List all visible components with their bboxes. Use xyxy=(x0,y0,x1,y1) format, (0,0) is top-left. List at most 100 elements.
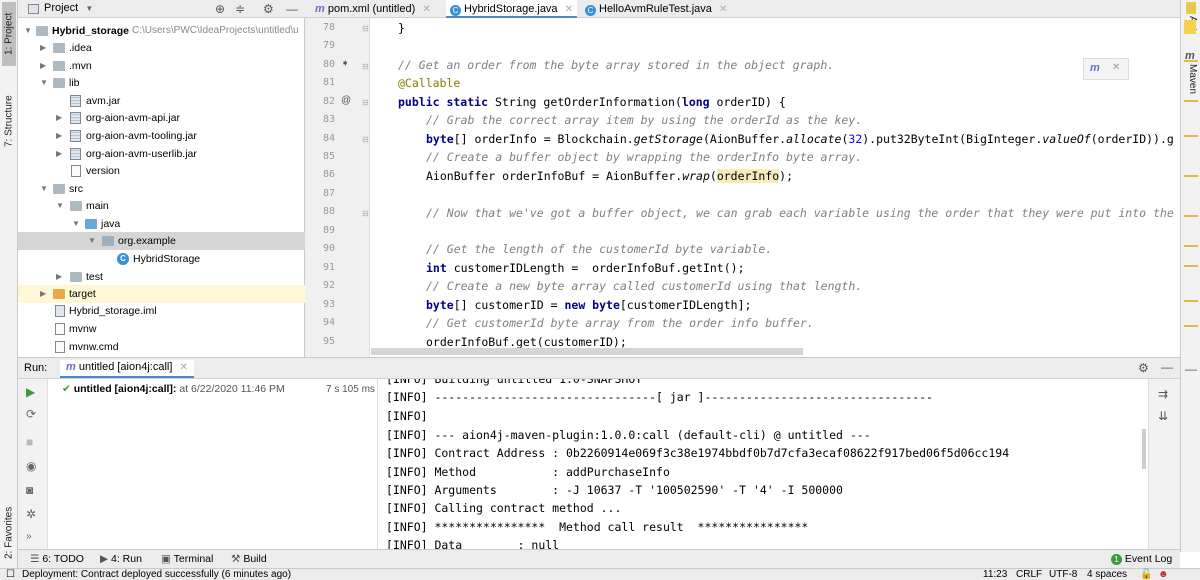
stop-icon[interactable]: ■ xyxy=(26,435,33,449)
fold-marker-icon[interactable]: ⊟ xyxy=(362,209,369,218)
locate-target-icon[interactable]: ⊕ xyxy=(215,2,225,16)
tree-item-lib[interactable]: ▼ lib xyxy=(18,74,305,92)
tree-item-avm-userlib-jar[interactable]: ▶ org-aion-avm-userlib.jar xyxy=(18,145,305,163)
chevron-right-icon[interactable]: ▶ xyxy=(56,268,62,286)
tree-item-main[interactable]: ▼ main xyxy=(18,197,305,215)
chevron-right-icon[interactable]: ▶ xyxy=(40,39,46,57)
build-tool-label: Build xyxy=(243,553,267,565)
favorites-tool-button[interactable]: 2: Favorites xyxy=(2,495,16,570)
more-icon[interactable]: » xyxy=(26,531,32,542)
scroll-to-end-icon[interactable]: ⇊ xyxy=(1158,409,1168,423)
run-tree-item[interactable]: ✔ untitled [aion4j:call]: at 6/22/2020 1… xyxy=(62,383,285,401)
console-output[interactable]: [INFO] Building untitled 1.0-SNAPSHOT [I… xyxy=(378,379,1148,549)
tree-item-avm-api-jar[interactable]: ▶ org-aion-avm-api.jar xyxy=(18,109,305,127)
tree-item-hybridstorage[interactable]: C HybridStorage xyxy=(18,250,305,268)
console-scrollbar[interactable] xyxy=(1142,429,1146,469)
chevron-down-icon[interactable]: ▼ xyxy=(40,180,48,198)
soft-wrap-icon[interactable]: ⇉ xyxy=(1158,387,1168,401)
structure-tool-button[interactable]: 7: Structure xyxy=(2,82,16,160)
status-message[interactable]: Deployment: Contract deployed successful… xyxy=(22,569,291,580)
todo-tool-button[interactable]: ☰ 6: TODO xyxy=(30,553,84,565)
tree-item-test[interactable]: ▶ test xyxy=(18,268,305,286)
inspector-icon[interactable]: ☻ xyxy=(1158,569,1169,580)
collapse-all-icon[interactable]: ≑ xyxy=(235,2,245,16)
warning-marker[interactable] xyxy=(1184,60,1198,62)
tree-item-target[interactable]: ▶ target xyxy=(18,285,305,303)
tab-pom-xml[interactable]: m pom.xml (untitled) ✕ xyxy=(311,0,435,18)
chevron-right-icon[interactable]: ▶ xyxy=(40,285,46,303)
line-separator[interactable]: CRLF xyxy=(1016,569,1042,580)
warning-marker[interactable] xyxy=(1184,100,1198,102)
editor-gutter[interactable]: 78 79 80 81 82 83 84 85 86 87 88 89 90 9… xyxy=(305,18,370,357)
tree-item-iml[interactable]: Hybrid_storage.iml xyxy=(18,302,305,320)
tree-item-java[interactable]: ▼ java xyxy=(18,215,305,233)
terminal-tool-button[interactable]: ▣ Terminal xyxy=(161,553,213,565)
lock-icon[interactable]: 🔓 xyxy=(1140,569,1152,580)
fold-marker-icon[interactable]: ⊟ xyxy=(362,135,369,144)
tree-item-org-example[interactable]: ▼ org.example xyxy=(18,232,305,250)
maven-reload-popup[interactable]: m ✕ xyxy=(1083,58,1129,80)
warning-marker[interactable] xyxy=(1184,325,1198,327)
tree-item-mvn[interactable]: ▶ .mvn xyxy=(18,57,305,75)
hide-panel-icon[interactable]: — xyxy=(286,2,298,16)
indent-setting[interactable]: 4 spaces xyxy=(1087,569,1127,580)
warning-marker[interactable] xyxy=(1184,265,1198,267)
build-tool-button[interactable]: ⚒ Build xyxy=(231,553,267,565)
tree-item-mvnw[interactable]: mvnw xyxy=(18,320,305,338)
caret-position[interactable]: 11:23 xyxy=(983,569,1007,580)
annotation-marker-icon[interactable]: @ xyxy=(341,95,351,106)
chevron-right-icon[interactable]: ▶ xyxy=(56,109,62,127)
chevron-down-icon[interactable]: ▼ xyxy=(40,74,48,92)
event-log-button[interactable]: 1 Event Log xyxy=(1111,553,1172,565)
tab-helloavmruletest-java[interactable]: C HelloAvmRuleTest.java ✕ xyxy=(581,0,731,18)
close-icon[interactable]: ✕ xyxy=(179,362,187,373)
warning-marker[interactable] xyxy=(1184,135,1198,137)
tree-item-idea[interactable]: ▶ .idea xyxy=(18,39,305,57)
file-encoding[interactable]: UTF-8 xyxy=(1049,569,1077,580)
chevron-down-icon[interactable]: ▼ xyxy=(24,22,32,40)
toggle-view-icon[interactable]: ⟳ xyxy=(26,407,36,421)
warning-marker[interactable] xyxy=(1184,175,1198,177)
warning-marker[interactable] xyxy=(1184,300,1198,302)
tree-item-avm-jar[interactable]: avm.jar xyxy=(18,92,305,110)
settings-icon[interactable]: ✲ xyxy=(26,507,36,521)
maven-tool-button[interactable]: Maven xyxy=(1184,64,1198,94)
project-tool-button[interactable]: 1: Project xyxy=(2,2,16,66)
tree-item-project-root[interactable]: ▼ Hybrid_storage C:\Users\PWC\IdeaProjec… xyxy=(18,22,305,40)
rerun-icon[interactable]: ▶ xyxy=(26,385,35,399)
camera-icon[interactable]: ◙ xyxy=(26,483,33,497)
fold-marker-icon[interactable]: ⊟ xyxy=(362,24,369,33)
run-tab[interactable]: m untitled [aion4j:call] ✕ xyxy=(60,360,194,378)
warning-marker[interactable] xyxy=(1184,245,1198,247)
hide-panel-icon[interactable]: — xyxy=(1161,360,1173,374)
project-view-selector[interactable]: Project ▼ xyxy=(44,2,93,14)
chevron-right-icon[interactable]: ▶ xyxy=(40,57,46,75)
chevron-down-icon[interactable]: ▼ xyxy=(56,197,64,215)
chevron-right-icon[interactable]: ▶ xyxy=(56,127,62,145)
fold-marker-icon[interactable]: ⊟ xyxy=(362,98,369,107)
tree-item-src[interactable]: ▼ src xyxy=(18,180,305,198)
tab-hybridstorage-java[interactable]: C HybridStorage.java ✕ xyxy=(446,0,578,18)
close-icon[interactable]: ✕ xyxy=(565,4,573,15)
chevron-right-icon[interactable]: ▶ xyxy=(56,145,62,163)
code-editor[interactable]: } // Get an order from the byte array st… xyxy=(371,18,1180,357)
horizontal-scrollbar[interactable] xyxy=(371,348,803,355)
tree-item-avm-tooling-jar[interactable]: ▶ org-aion-avm-tooling.jar xyxy=(18,127,305,145)
gear-icon[interactable]: ⚙ xyxy=(1138,361,1149,375)
class-icon: C xyxy=(117,253,129,265)
minimize-icon[interactable]: — xyxy=(1185,362,1197,376)
fold-marker-icon[interactable]: ⊟ xyxy=(362,62,369,71)
chevron-down-icon[interactable]: ▼ xyxy=(72,215,80,233)
tree-item-version[interactable]: version xyxy=(18,162,305,180)
close-icon[interactable]: ✕ xyxy=(719,4,727,15)
close-icon[interactable]: ✕ xyxy=(422,4,430,15)
run-tool-button[interactable]: ▶ 4: Run xyxy=(100,553,142,565)
gear-icon[interactable]: ⚙ xyxy=(263,2,274,16)
close-icon[interactable]: ✕ xyxy=(1112,62,1120,73)
eye-icon[interactable]: ◉ xyxy=(26,459,36,473)
warning-marker[interactable] xyxy=(1184,215,1198,217)
tree-item-mvnw-cmd[interactable]: mvnw.cmd xyxy=(18,338,305,356)
maven-reload-icon[interactable]: m xyxy=(1090,62,1100,74)
implements-marker-icon[interactable]: ➧ xyxy=(341,58,349,69)
chevron-down-icon[interactable]: ▼ xyxy=(88,232,96,250)
